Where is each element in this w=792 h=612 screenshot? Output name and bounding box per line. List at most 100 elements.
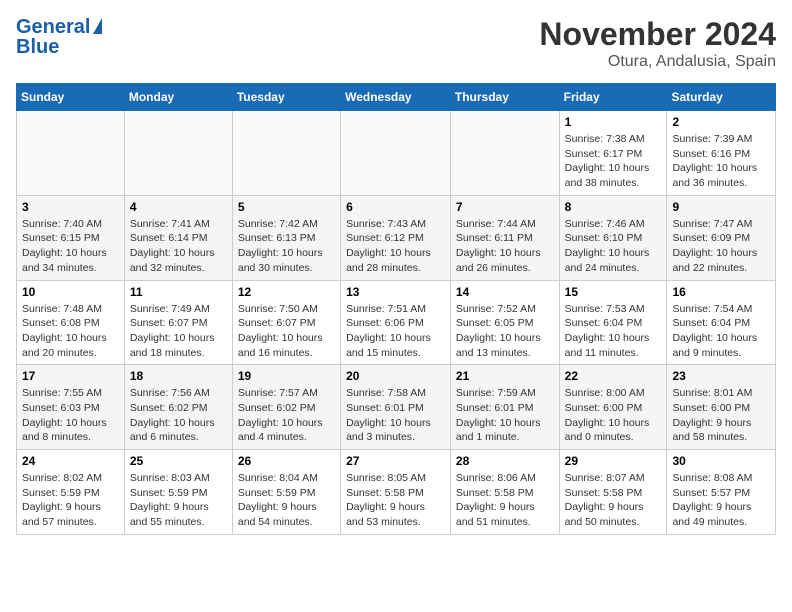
calendar-cell	[232, 111, 340, 196]
logo: General Blue	[16, 16, 102, 58]
calendar-cell	[341, 111, 451, 196]
week-row-2: 10 Sunrise: 7:48 AM Sunset: 6:08 PM Dayli…	[17, 280, 776, 365]
calendar-cell: 1 Sunrise: 7:38 AM Sunset: 6:17 PM Daylig…	[559, 111, 667, 196]
day-number: 21	[456, 369, 554, 383]
page-header: General Blue November 2024 Otura, Andalu…	[16, 16, 776, 71]
day-info: Sunrise: 8:07 AM Sunset: 5:58 PM Dayligh…	[565, 471, 662, 530]
day-number: 25	[130, 454, 227, 468]
day-info: Sunrise: 8:00 AM Sunset: 6:00 PM Dayligh…	[565, 386, 662, 445]
calendar-cell: 9Sunrise: 7:47 AM Sunset: 6:09 PM Daylig…	[667, 195, 776, 280]
day-number: 10	[22, 285, 119, 299]
calendar-cell: 10 Sunrise: 7:48 AM Sunset: 6:08 PM Dayli…	[17, 280, 125, 365]
day-number: 4	[130, 200, 227, 214]
calendar-cell: 23 Sunrise: 8:01 AM Sunset: 6:00 PM Dayli…	[667, 365, 776, 450]
logo-general: General	[16, 16, 90, 38]
day-number: 8	[565, 200, 662, 214]
month-title: November 2024	[539, 16, 776, 53]
calendar-cell: 27Sunrise: 8:05 AM Sunset: 5:58 PM Dayli…	[341, 450, 451, 535]
day-info: Sunrise: 7:56 AM Sunset: 6:02 PM Dayligh…	[130, 386, 227, 445]
calendar-cell: 16 Sunrise: 7:54 AM Sunset: 6:04 PM Dayli…	[667, 280, 776, 365]
header-saturday: Saturday	[667, 84, 776, 111]
calendar-cell: 26 Sunrise: 8:04 AM Sunset: 5:59 PM Dayli…	[232, 450, 340, 535]
day-info: Sunrise: 8:04 AM Sunset: 5:59 PM Dayligh…	[238, 471, 335, 530]
day-info: Sunrise: 8:06 AM Sunset: 5:58 PM Dayligh…	[456, 471, 554, 530]
day-number: 20	[346, 369, 445, 383]
day-info: Sunrise: 7:48 AM Sunset: 6:08 PM Dayligh…	[22, 302, 119, 361]
day-number: 19	[238, 369, 335, 383]
day-number: 6	[346, 200, 445, 214]
week-row-0: 1 Sunrise: 7:38 AM Sunset: 6:17 PM Daylig…	[17, 111, 776, 196]
calendar-cell: 22 Sunrise: 8:00 AM Sunset: 6:00 PM Dayli…	[559, 365, 667, 450]
day-info: Sunrise: 7:49 AM Sunset: 6:07 PM Dayligh…	[130, 302, 227, 361]
calendar-cell: 20 Sunrise: 7:58 AM Sunset: 6:01 PM Dayli…	[341, 365, 451, 450]
calendar-cell: 11 Sunrise: 7:49 AM Sunset: 6:07 PM Dayli…	[124, 280, 232, 365]
header-wednesday: Wednesday	[341, 84, 451, 111]
calendar-header-row: SundayMondayTuesdayWednesdayThursdayFrid…	[17, 84, 776, 111]
day-info: Sunrise: 7:54 AM Sunset: 6:04 PM Dayligh…	[672, 302, 770, 361]
day-number: 23	[672, 369, 770, 383]
calendar-cell: 8Sunrise: 7:46 AM Sunset: 6:10 PM Daylig…	[559, 195, 667, 280]
day-info: Sunrise: 7:51 AM Sunset: 6:06 PM Dayligh…	[346, 302, 445, 361]
day-info: Sunrise: 7:52 AM Sunset: 6:05 PM Dayligh…	[456, 302, 554, 361]
day-info: Sunrise: 8:08 AM Sunset: 5:57 PM Dayligh…	[672, 471, 770, 530]
calendar-cell: 30 Sunrise: 8:08 AM Sunset: 5:57 PM Dayli…	[667, 450, 776, 535]
calendar-cell: 2Sunrise: 7:39 AM Sunset: 6:16 PM Daylig…	[667, 111, 776, 196]
day-number: 11	[130, 285, 227, 299]
day-info: Sunrise: 7:42 AM Sunset: 6:13 PM Dayligh…	[238, 217, 335, 276]
header-tuesday: Tuesday	[232, 84, 340, 111]
day-info: Sunrise: 7:38 AM Sunset: 6:17 PM Dayligh…	[565, 132, 662, 191]
day-info: Sunrise: 7:41 AM Sunset: 6:14 PM Dayligh…	[130, 217, 227, 276]
day-info: Sunrise: 8:03 AM Sunset: 5:59 PM Dayligh…	[130, 471, 227, 530]
day-number: 16	[672, 285, 770, 299]
day-number: 30	[672, 454, 770, 468]
calendar-cell: 19 Sunrise: 7:57 AM Sunset: 6:02 PM Dayli…	[232, 365, 340, 450]
logo-triangle-icon	[93, 18, 102, 34]
day-number: 26	[238, 454, 335, 468]
day-number: 28	[456, 454, 554, 468]
calendar-cell: 4 Sunrise: 7:41 AM Sunset: 6:14 PM Daylig…	[124, 195, 232, 280]
day-number: 3	[22, 200, 119, 214]
calendar-cell	[17, 111, 125, 196]
location: Otura, Andalusia, Spain	[539, 53, 776, 71]
calendar-cell: 14 Sunrise: 7:52 AM Sunset: 6:05 PM Dayli…	[450, 280, 559, 365]
day-number: 24	[22, 454, 119, 468]
day-number: 12	[238, 285, 335, 299]
day-number: 15	[565, 285, 662, 299]
day-number: 7	[456, 200, 554, 214]
day-info: Sunrise: 7:40 AM Sunset: 6:15 PM Dayligh…	[22, 217, 119, 276]
day-number: 17	[22, 369, 119, 383]
day-number: 29	[565, 454, 662, 468]
day-number: 1	[565, 115, 662, 129]
day-info: Sunrise: 7:55 AM Sunset: 6:03 PM Dayligh…	[22, 386, 119, 445]
calendar-cell: 12Sunrise: 7:50 AM Sunset: 6:07 PM Dayli…	[232, 280, 340, 365]
header-thursday: Thursday	[450, 84, 559, 111]
day-info: Sunrise: 7:44 AM Sunset: 6:11 PM Dayligh…	[456, 217, 554, 276]
header-monday: Monday	[124, 84, 232, 111]
day-info: Sunrise: 7:57 AM Sunset: 6:02 PM Dayligh…	[238, 386, 335, 445]
day-number: 18	[130, 369, 227, 383]
calendar-cell	[450, 111, 559, 196]
header-friday: Friday	[559, 84, 667, 111]
calendar-cell: 17 Sunrise: 7:55 AM Sunset: 6:03 PM Dayli…	[17, 365, 125, 450]
day-info: Sunrise: 7:43 AM Sunset: 6:12 PM Dayligh…	[346, 217, 445, 276]
logo-blue: Blue	[16, 36, 102, 58]
header-sunday: Sunday	[17, 84, 125, 111]
calendar-cell: 7 Sunrise: 7:44 AM Sunset: 6:11 PM Daylig…	[450, 195, 559, 280]
day-number: 22	[565, 369, 662, 383]
calendar-cell: 21Sunrise: 7:59 AM Sunset: 6:01 PM Dayli…	[450, 365, 559, 450]
title-block: November 2024 Otura, Andalusia, Spain	[539, 16, 776, 71]
calendar-cell: 25 Sunrise: 8:03 AM Sunset: 5:59 PM Dayli…	[124, 450, 232, 535]
calendar-cell: 13 Sunrise: 7:51 AM Sunset: 6:06 PM Dayli…	[341, 280, 451, 365]
day-info: Sunrise: 8:01 AM Sunset: 6:00 PM Dayligh…	[672, 386, 770, 445]
day-info: Sunrise: 7:58 AM Sunset: 6:01 PM Dayligh…	[346, 386, 445, 445]
calendar-cell: 28 Sunrise: 8:06 AM Sunset: 5:58 PM Dayli…	[450, 450, 559, 535]
calendar-cell: 15Sunrise: 7:53 AM Sunset: 6:04 PM Dayli…	[559, 280, 667, 365]
calendar-table: SundayMondayTuesdayWednesdayThursdayFrid…	[16, 83, 776, 535]
day-number: 13	[346, 285, 445, 299]
calendar-cell: 6 Sunrise: 7:43 AM Sunset: 6:12 PM Daylig…	[341, 195, 451, 280]
week-row-3: 17 Sunrise: 7:55 AM Sunset: 6:03 PM Dayli…	[17, 365, 776, 450]
day-info: Sunrise: 8:05 AM Sunset: 5:58 PM Dayligh…	[346, 471, 445, 530]
day-number: 9	[672, 200, 770, 214]
day-number: 14	[456, 285, 554, 299]
day-info: Sunrise: 7:39 AM Sunset: 6:16 PM Dayligh…	[672, 132, 770, 191]
